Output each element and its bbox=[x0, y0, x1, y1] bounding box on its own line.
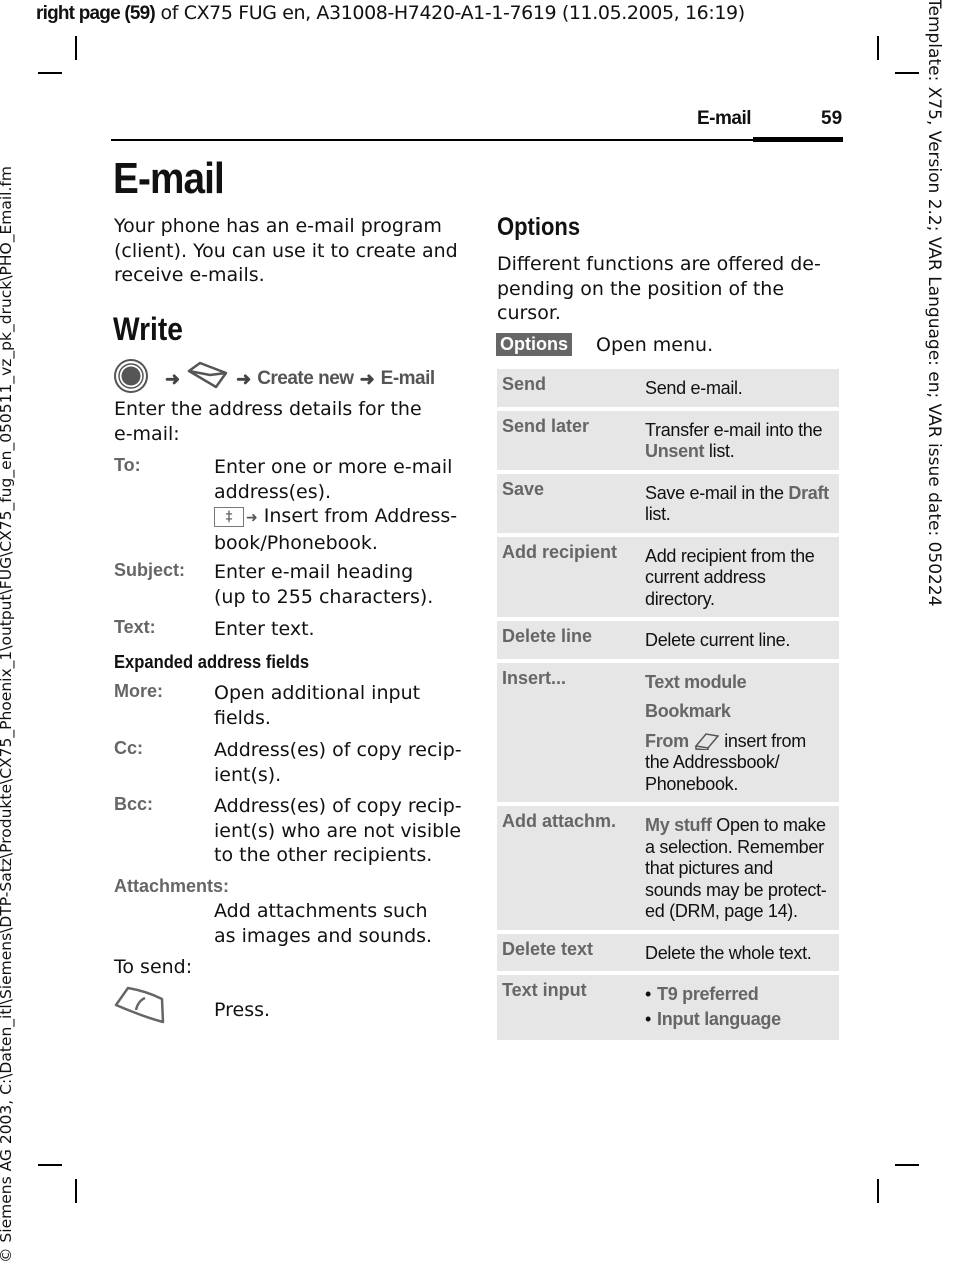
side-file-path: © Siemens AG 2003, C:\Daten_itl\Siemens\… bbox=[0, 166, 15, 1263]
address-instruction: Enter the address details for the e-mail… bbox=[114, 398, 422, 445]
option-name: Add recipient bbox=[502, 541, 618, 562]
header-rule-accent bbox=[753, 137, 843, 142]
option-desc: list. bbox=[704, 441, 735, 461]
option-desc-highlight: My stuff bbox=[645, 815, 712, 835]
header-rule bbox=[111, 139, 843, 141]
option-sub-item: From bbox=[645, 730, 689, 751]
options-table: Send Send e-mail. Send later Transfer e-… bbox=[497, 369, 839, 1044]
menu-path: ➜ ➜ Create new ➜ E-mail bbox=[113, 358, 435, 400]
options-intro: Different functions are offered de-pendi… bbox=[497, 253, 821, 324]
page-title: E-mail bbox=[113, 154, 225, 203]
arrow-icon: ➜ bbox=[246, 510, 258, 526]
to-send-label: To send: bbox=[114, 956, 193, 978]
crop-mark bbox=[877, 36, 879, 60]
page-number: 59 bbox=[821, 108, 843, 129]
call-key-icon bbox=[114, 985, 166, 1029]
bullet-icon: • bbox=[645, 984, 652, 1004]
running-head-title: E-mail bbox=[697, 108, 752, 129]
menu-path-create-new: Create new bbox=[257, 368, 354, 389]
joystick-icon bbox=[113, 358, 149, 400]
print-header-info: of CX75 FUG en, A31008-H7420-A1-1-7619 (… bbox=[154, 2, 746, 24]
menu-path-email: E-mail bbox=[380, 368, 436, 389]
option-sub-item: Bookmark bbox=[645, 701, 731, 721]
print-header: right page (59) of CX75 FUG en, A31008-H… bbox=[36, 2, 745, 25]
option-name: Send later bbox=[502, 415, 590, 436]
arrow-icon: ➜ bbox=[236, 368, 252, 389]
option-row-save: Save Save e-mail in the Draft list. bbox=[497, 473, 839, 533]
addressbook-icon bbox=[694, 731, 720, 751]
field-desc: Enter one or more e-mail address(es). bbox=[214, 456, 453, 503]
option-bullet-text: T9 preferred bbox=[657, 984, 759, 1004]
option-bullet: • T9 preferred bbox=[645, 984, 781, 1006]
press-text: Press. bbox=[214, 999, 271, 1021]
option-desc: Transfer e-mail into the bbox=[645, 419, 823, 440]
addressbook-key-icon: ‡ bbox=[214, 506, 244, 527]
envelope-icon bbox=[186, 361, 230, 397]
option-desc: Send e-mail. bbox=[645, 378, 743, 398]
option-row-send-later: Send later Transfer e-mail into the Unse… bbox=[497, 410, 839, 470]
side-template-info: Template: X75, Version 2.2; VAR Language… bbox=[924, 0, 944, 607]
print-header-page: right page (59) bbox=[36, 3, 156, 24]
field-term: Cc: bbox=[114, 738, 144, 758]
option-row-delete-line: Delete line Delete current line. bbox=[497, 621, 839, 659]
field-term: Subject: bbox=[114, 560, 186, 580]
option-desc: Delete current line. bbox=[645, 630, 791, 650]
option-desc: list. bbox=[645, 504, 671, 524]
field-term: To: bbox=[114, 455, 141, 475]
field-term: Text: bbox=[114, 617, 156, 637]
field-desc: Add attachments such as images and sound… bbox=[214, 900, 433, 947]
option-row-add-recipient: Add recipient Add recipient from the cur… bbox=[497, 536, 839, 617]
options-softkey-desc: Open menu. bbox=[596, 334, 714, 356]
field-desc: Open additional input fields. bbox=[214, 682, 421, 729]
options-heading: Options bbox=[497, 213, 581, 241]
intro-text: Your phone has an e-mail program (client… bbox=[114, 215, 458, 286]
field-desc: Enter e-mail heading (up to 255 characte… bbox=[214, 561, 434, 608]
option-name: Insert... bbox=[502, 667, 567, 688]
option-desc-highlight: Draft bbox=[788, 482, 829, 503]
field-term: Attachments: bbox=[114, 876, 230, 896]
option-name: Delete text bbox=[502, 938, 594, 959]
expanded-fields-heading: Expanded address fields bbox=[114, 652, 310, 672]
field-desc: Address(es) of copy recip-ient(s) who ar… bbox=[214, 795, 462, 866]
field-desc: Address(es) of copy recip-ient(s). bbox=[214, 739, 462, 786]
option-row-insert: Insert... Text module Bookmark From inse… bbox=[497, 662, 839, 802]
arrow-icon: ➜ bbox=[165, 368, 181, 389]
crop-mark bbox=[75, 36, 77, 60]
option-desc: Save e-mail in the bbox=[645, 482, 789, 503]
field-term: More: bbox=[114, 681, 163, 701]
write-heading: Write bbox=[113, 311, 183, 347]
option-bullet-text: Input language bbox=[657, 1008, 781, 1029]
option-row-add-attachment: Add attachm. My stuff Open to make a sel… bbox=[497, 806, 839, 930]
option-desc: Delete the whole text. bbox=[645, 942, 812, 963]
option-row-text-input: Text input • T9 preferred • Input language bbox=[497, 975, 839, 1040]
option-row-send: Send Send e-mail. bbox=[497, 369, 839, 407]
option-name: Save bbox=[502, 478, 545, 499]
crop-mark bbox=[895, 1164, 919, 1166]
crop-mark bbox=[38, 72, 62, 74]
option-row-delete-text: Delete text Delete the whole text. bbox=[497, 933, 839, 971]
field-term: Bcc: bbox=[114, 794, 154, 814]
option-bullet: • Input language bbox=[645, 1009, 781, 1031]
option-name: Send bbox=[502, 374, 547, 394]
options-softkey: Options bbox=[496, 333, 572, 356]
option-name: Add attachm. bbox=[502, 811, 617, 831]
bullet-icon: • bbox=[645, 1008, 652, 1029]
crop-mark bbox=[75, 1179, 77, 1203]
arrow-icon: ➜ bbox=[359, 368, 375, 389]
option-desc-highlight: Unsent bbox=[645, 441, 705, 461]
option-desc: Add recipient from the current address d… bbox=[645, 545, 815, 609]
option-sub-item: Text module bbox=[645, 671, 747, 692]
field-desc: Enter text. bbox=[214, 618, 315, 640]
crop-mark bbox=[38, 1164, 62, 1166]
option-name: Text input bbox=[502, 980, 587, 1000]
option-name: Delete line bbox=[502, 626, 593, 646]
crop-mark bbox=[877, 1179, 879, 1203]
